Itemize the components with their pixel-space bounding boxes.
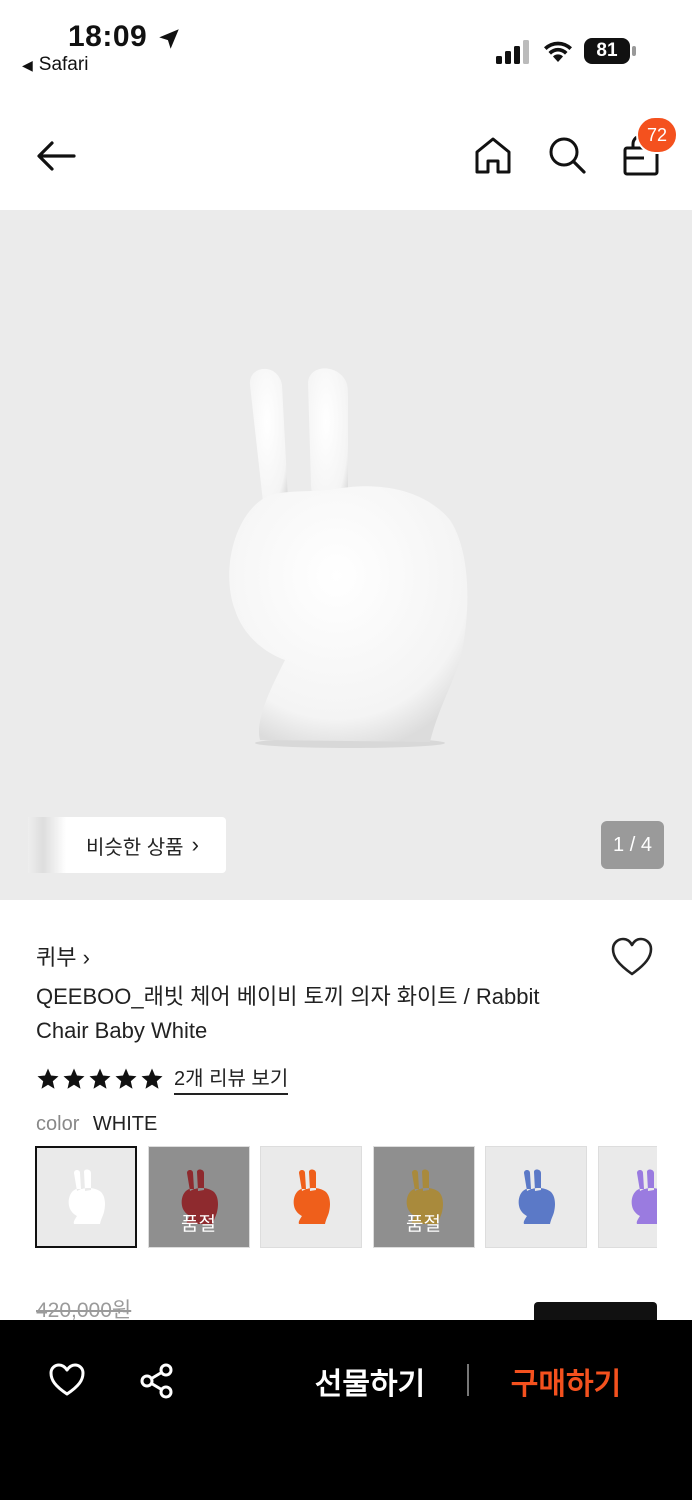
star-icon xyxy=(115,1068,137,1089)
status-time: 18:09 xyxy=(68,20,148,53)
color-label: color xyxy=(36,1113,80,1135)
cellular-signal-icon xyxy=(496,40,529,64)
battery-level: 81 xyxy=(584,38,630,64)
battery-icon: 81 xyxy=(584,38,636,64)
color-swatch[interactable] xyxy=(35,1146,137,1248)
wifi-icon xyxy=(544,41,572,62)
rabbit-chair-thumbnail xyxy=(518,1169,555,1224)
back-to-safari-link[interactable]: ◀ Safari xyxy=(22,54,88,76)
star-icon xyxy=(37,1068,59,1089)
coupon-tab[interactable] xyxy=(534,1302,657,1322)
color-swatch[interactable]: 품절 xyxy=(372,1146,475,1248)
star-icon xyxy=(89,1068,111,1089)
divider xyxy=(467,1364,469,1396)
location-arrow-icon xyxy=(159,29,179,49)
color-value: WHITE xyxy=(92,1113,158,1135)
status-bar: 18:09 ◀ Safari 81 xyxy=(0,0,692,90)
search-icon[interactable] xyxy=(546,134,588,176)
similar-products-label: 비슷한 상품 xyxy=(86,836,184,859)
brand-link[interactable]: 퀴부 › xyxy=(36,940,90,972)
color-option-row: color WHITE xyxy=(36,1113,157,1136)
wishlist-heart-icon[interactable] xyxy=(610,936,654,978)
product-image-gallery[interactable]: 비슷한 상품 › 1 / 4 xyxy=(0,210,692,900)
product-title: QEEBOO_래빗 체어 베이비 토끼 의자 화이트 / Rabbit Chai… xyxy=(36,984,540,1043)
star-icon xyxy=(63,1068,85,1089)
gift-button[interactable]: 선물하기 xyxy=(300,1360,440,1402)
share-icon[interactable] xyxy=(138,1362,176,1400)
rating-row: 2개 리뷰 보기 xyxy=(36,1062,289,1095)
rabbit-chair-thumbnail xyxy=(68,1169,105,1224)
color-swatch-list: 품절 품절 xyxy=(35,1146,657,1248)
home-icon[interactable] xyxy=(472,134,514,176)
rabbit-chair-image xyxy=(229,368,468,748)
image-page-counter: 1 / 4 xyxy=(601,821,664,869)
rabbit-chair-thumbnail xyxy=(631,1169,657,1224)
bottom-action-bar: 선물하기 구매하기 xyxy=(0,1320,692,1500)
rating-stars xyxy=(36,1067,164,1091)
similar-product-thumbnail xyxy=(28,817,66,873)
top-navigation-bar: 72 xyxy=(0,100,692,210)
back-app-label: Safari xyxy=(38,54,89,75)
soldout-label: 품절 xyxy=(406,1214,441,1235)
color-swatch[interactable] xyxy=(485,1146,587,1248)
back-arrow-icon[interactable] xyxy=(34,134,78,178)
brand-name: 퀴부 xyxy=(36,945,77,970)
star-icon xyxy=(141,1068,163,1089)
color-swatch[interactable]: 품절 xyxy=(147,1146,250,1248)
rabbit-chair-thumbnail xyxy=(293,1169,330,1224)
chevron-right-icon: › xyxy=(82,945,90,970)
color-swatch[interactable] xyxy=(260,1146,362,1248)
cart-count-badge: 72 xyxy=(636,116,678,154)
back-triangle-icon: ◀ xyxy=(22,56,33,73)
chevron-right-icon: › xyxy=(191,832,199,857)
buy-button[interactable]: 구매하기 xyxy=(498,1360,634,1402)
view-reviews-link[interactable]: 2개 리뷰 보기 xyxy=(174,1062,289,1095)
similar-products-button[interactable]: 비슷한 상품 › xyxy=(28,817,226,873)
wishlist-heart-icon[interactable] xyxy=(48,1362,86,1398)
soldout-label: 품절 xyxy=(181,1214,216,1235)
color-swatch[interactable] xyxy=(597,1146,657,1248)
